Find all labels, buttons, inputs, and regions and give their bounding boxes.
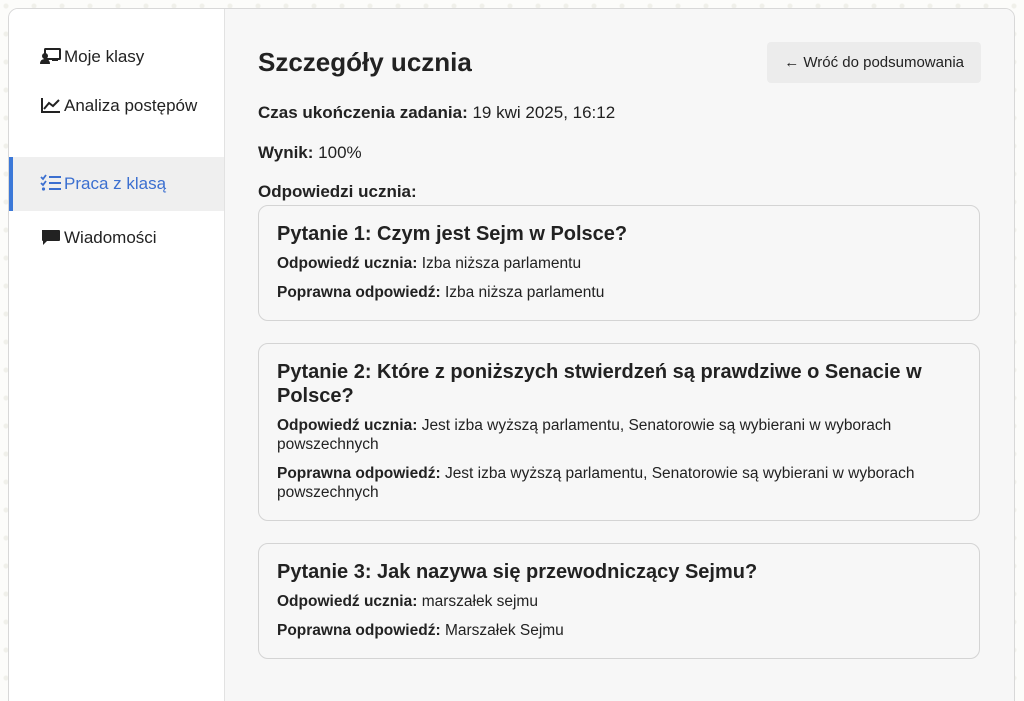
- page-background: Moje klasy Analiza postępów Praca z klas…: [0, 0, 1024, 701]
- correct-answer-label: Poprawna odpowiedź:: [277, 284, 441, 301]
- completion-time-label: Czas ukończenia zadania:: [258, 103, 468, 122]
- back-to-summary-button[interactable]: ← Wróć do podsumowania: [767, 42, 981, 83]
- student-answer-label: Odpowiedź ucznia:: [277, 255, 418, 272]
- question-card: Pytanie 1: Czym jest Sejm w Polsce? Odpo…: [258, 205, 980, 321]
- completion-time-value: 19 kwi 2025, 16:12: [472, 103, 616, 122]
- question-title: Pytanie 1: Czym jest Sejm w Polsce?: [277, 223, 628, 245]
- sidebar-item-label: Moje klasy: [64, 47, 145, 66]
- app-window: Moje klasy Analiza postępów Praca z klas…: [8, 8, 1015, 701]
- sidebar-item-moje-klasy[interactable]: Moje klasy: [9, 39, 224, 86]
- student-answer: Odpowiedź ucznia: Jest izba wyższą parla…: [277, 416, 961, 454]
- sidebar-item-label: Praca z klasą: [64, 174, 167, 193]
- question-list: Pytanie 1: Czym jest Sejm w Polsce? Odpo…: [258, 205, 980, 659]
- sidebar-item-analiza-postepow[interactable]: Analiza postępów: [9, 86, 224, 157]
- correct-answer: Poprawna odpowiedź: Jest izba wyższą par…: [277, 464, 961, 502]
- score: Wynik: 100%: [258, 143, 981, 163]
- score-label: Wynik:: [258, 143, 314, 162]
- checklist-icon: [40, 174, 62, 192]
- correct-answer-value: Marszałek Sejmu: [444, 622, 564, 639]
- student-answer-value: Izba niższa parlamentu: [421, 255, 582, 272]
- score-value: 100%: [318, 143, 362, 162]
- completion-time: Czas ukończenia zadania: 19 kwi 2025, 16…: [258, 103, 981, 123]
- question-title: Pytanie 3: Jak nazywa się przewodniczący…: [277, 561, 758, 583]
- chat-bubble-icon: [40, 228, 62, 246]
- sidebar-item-wiadomosci[interactable]: Wiadomości: [9, 211, 224, 265]
- sidebar: Moje klasy Analiza postępów Praca z klas…: [9, 9, 225, 701]
- line-chart-icon: [40, 96, 62, 114]
- correct-answer-label: Poprawna odpowiedź:: [277, 465, 441, 482]
- correct-answer: Poprawna odpowiedź: Marszałek Sejmu: [277, 621, 961, 640]
- correct-answer-value: Izba niższa parlamentu: [444, 284, 605, 301]
- question-title: Pytanie 2: Które z poniższych stwierdzeń…: [277, 361, 922, 407]
- student-answer-value: marszałek sejmu: [421, 593, 538, 610]
- student-answer-label: Odpowiedź ucznia:: [277, 417, 418, 434]
- teacher-board-icon: [40, 47, 62, 65]
- student-answer: Odpowiedź ucznia: marszałek sejmu: [277, 592, 961, 611]
- sidebar-item-label: Analiza postępów: [64, 96, 198, 115]
- correct-answer-label: Poprawna odpowiedź:: [277, 622, 441, 639]
- answers-heading: Odpowiedzi ucznia:: [258, 182, 417, 201]
- correct-answer: Poprawna odpowiedź: Izba niższa parlamen…: [277, 283, 961, 302]
- question-card: Pytanie 3: Jak nazywa się przewodniczący…: [258, 543, 980, 659]
- sidebar-item-praca-z-klasa[interactable]: Praca z klasą: [9, 157, 224, 211]
- student-answer: Odpowiedź ucznia: Izba niższa parlamentu: [277, 254, 961, 273]
- question-card: Pytanie 2: Które z poniższych stwierdzeń…: [258, 343, 980, 521]
- main-content: Szczegóły ucznia ← Wróć do podsumowania …: [225, 9, 1014, 701]
- student-answer-label: Odpowiedź ucznia:: [277, 593, 418, 610]
- sidebar-item-label: Wiadomości: [64, 228, 157, 247]
